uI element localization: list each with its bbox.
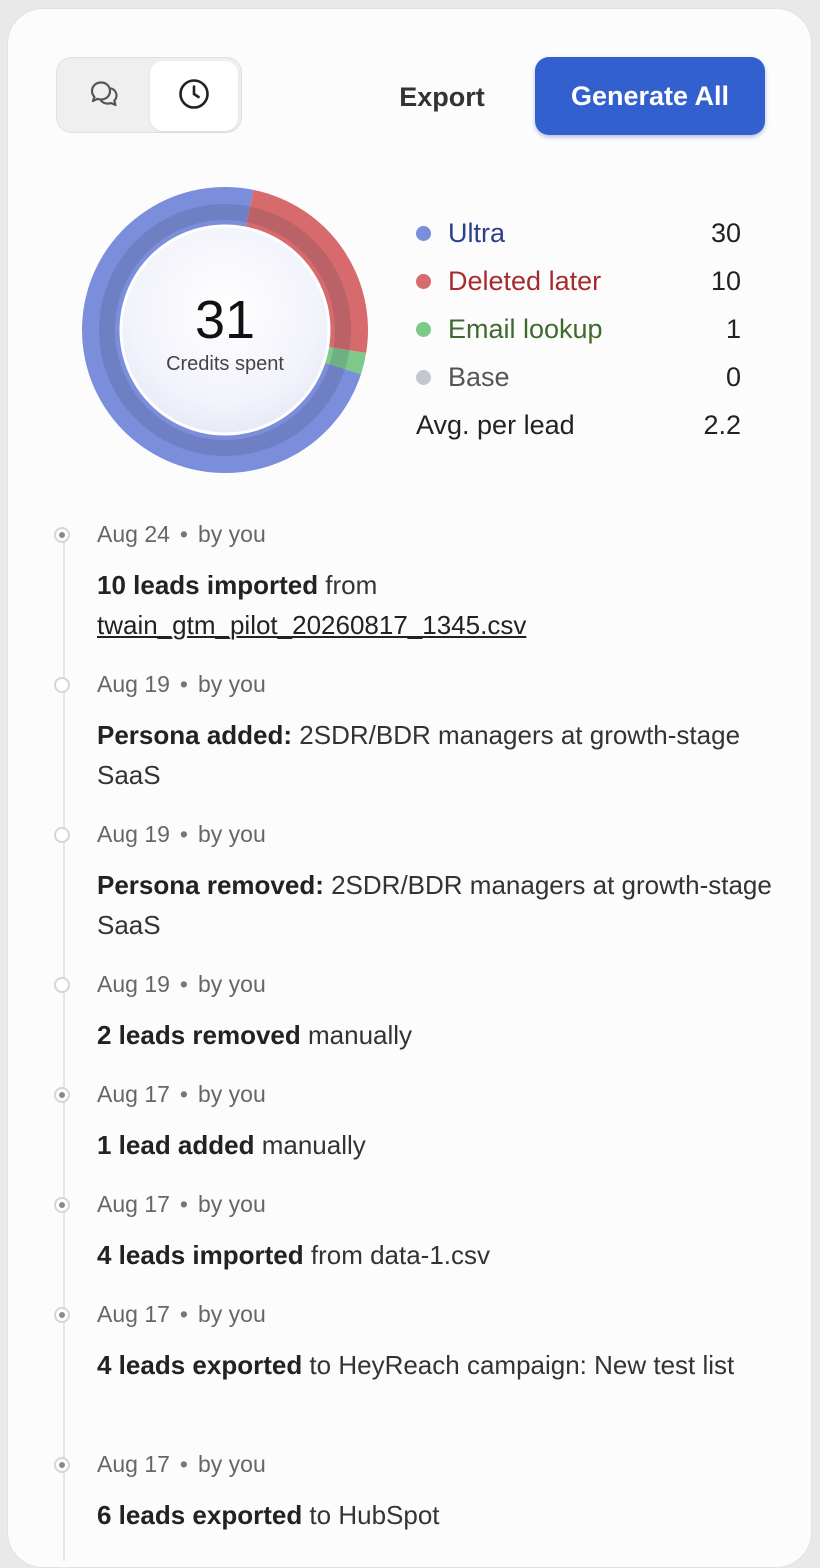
bullet-separator: • — [179, 671, 188, 697]
timeline-detail: manually — [300, 1020, 413, 1050]
timeline-date: Aug 17 — [97, 1301, 170, 1327]
timeline-dot-filled-icon — [54, 1307, 70, 1323]
timeline-description: Persona removed: 2SDR/BDR managers at gr… — [97, 865, 777, 945]
timeline-dot-filled-icon — [54, 1457, 70, 1473]
timeline-detail: manually — [254, 1130, 366, 1160]
timeline-action: Persona added: — [97, 720, 293, 750]
timeline-author: by you — [197, 1191, 266, 1217]
legend-value: 1 — [725, 313, 741, 344]
timeline-action: 4 leads exported — [97, 1350, 303, 1380]
timeline-description: 1 lead added manually — [97, 1125, 777, 1165]
file-link[interactable]: twain_gtm_pilot_20260817_1345.csv — [97, 610, 526, 640]
timeline-meta: Aug 19 • by you — [97, 821, 266, 848]
timeline-meta: Aug 24 • by you — [97, 521, 266, 548]
timeline-dot-empty-icon — [54, 977, 70, 993]
bullet-separator: • — [179, 1191, 188, 1217]
legend-item-email-lookup: Email lookup 1 — [416, 305, 741, 353]
timeline-description: 6 leads exported to HubSpot — [97, 1495, 777, 1535]
export-button[interactable]: Export — [380, 69, 504, 125]
timeline-meta: Aug 17 • by you — [97, 1191, 266, 1218]
bullet-separator: • — [179, 521, 188, 547]
timeline-dot-filled-icon — [54, 1197, 70, 1213]
timeline-author: by you — [197, 1301, 266, 1327]
timeline-description: 10 leads imported from twain_gtm_pilot_2… — [97, 565, 777, 645]
timeline-detail: to HeyReach campaign: New test list — [302, 1350, 735, 1380]
timeline-author: by you — [197, 521, 266, 547]
timeline-author: by you — [197, 671, 266, 697]
history-view-button[interactable] — [150, 61, 238, 131]
timeline-description: Persona added: 2SDR/BDR managers at grow… — [97, 715, 777, 795]
timeline-author: by you — [197, 1451, 266, 1477]
timeline-author: by you — [197, 821, 266, 847]
timeline-description: 4 leads exported to HeyReach campaign: N… — [97, 1345, 777, 1385]
bullet-separator: • — [179, 1301, 188, 1327]
timeline-date: Aug 17 — [97, 1081, 170, 1107]
bullet-separator: • — [179, 1451, 188, 1477]
timeline-dot-filled-icon — [54, 527, 70, 543]
view-toggle — [56, 57, 242, 133]
legend-item-deleted-later: Deleted later 10 — [416, 257, 741, 305]
activity-panel: Export Generate All 31 Credits spent Ult… — [7, 8, 812, 1568]
legend-dot — [416, 273, 431, 289]
timeline-meta: Aug 17 • by you — [97, 1081, 266, 1108]
timeline-dot-filled-icon — [54, 1087, 70, 1103]
timeline-date: Aug 17 — [97, 1451, 170, 1477]
bullet-separator: • — [179, 971, 188, 997]
timeline-date: Aug 24 — [97, 521, 170, 547]
timeline-dot-empty-icon — [54, 827, 70, 843]
legend-label: Ultra — [448, 217, 506, 248]
timeline-description: 4 leads imported from data-1.csv — [97, 1235, 777, 1275]
chat-bubbles-icon — [86, 76, 122, 117]
generate-all-button[interactable]: Generate All — [535, 57, 765, 135]
legend-label: Deleted later — [448, 265, 602, 296]
avg-per-lead-value: 2.2 — [703, 409, 741, 440]
timeline-action: 10 leads imported — [97, 570, 319, 600]
timeline-description: 2 leads removed manually — [97, 1015, 777, 1055]
legend-value: 10 — [710, 265, 741, 296]
timeline-dot-empty-icon — [54, 677, 70, 693]
avg-per-lead-label: Avg. per lead — [416, 409, 575, 440]
legend-dot — [416, 321, 431, 337]
legend-label: Base — [448, 361, 510, 392]
timeline-author: by you — [197, 1081, 266, 1107]
bullet-separator: • — [179, 1081, 188, 1107]
legend-dot — [416, 369, 431, 385]
timeline-action: 1 lead added — [97, 1130, 255, 1160]
timeline-action: 4 leads imported — [97, 1240, 304, 1270]
timeline-date: Aug 19 — [97, 971, 170, 997]
legend-item-ultra: Ultra 30 — [416, 209, 741, 257]
timeline-meta: Aug 17 • by you — [97, 1451, 266, 1478]
legend-label: Email lookup — [448, 313, 603, 344]
legend-value: 30 — [710, 217, 741, 248]
timeline-date: Aug 17 — [97, 1191, 170, 1217]
bullet-separator: • — [179, 821, 188, 847]
timeline-date: Aug 19 — [97, 671, 170, 697]
timeline-detail: to HubSpot — [302, 1500, 440, 1530]
timeline-meta: Aug 17 • by you — [97, 1301, 266, 1328]
timeline-action: 2 leads removed — [97, 1020, 301, 1050]
timeline-meta: Aug 19 • by you — [97, 971, 266, 998]
comments-view-button[interactable] — [60, 61, 148, 131]
timeline-detail: from — [318, 570, 378, 600]
donut-center-disc — [119, 224, 331, 436]
credits-donut-chart — [80, 185, 370, 475]
credits-legend: Ultra 30 Deleted later 10 Email lookup 1… — [416, 209, 741, 449]
timeline-date: Aug 19 — [97, 821, 170, 847]
timeline-detail: from data-1.csv — [303, 1240, 491, 1270]
legend-dot — [416, 225, 431, 241]
clock-icon — [176, 76, 212, 117]
avg-per-lead-row: Avg. per lead 2.2 — [416, 401, 741, 449]
timeline-action: Persona removed: — [97, 870, 324, 900]
timeline-meta: Aug 19 • by you — [97, 671, 266, 698]
timeline-author: by you — [197, 971, 266, 997]
legend-value: 0 — [725, 361, 741, 392]
timeline-action: 6 leads exported — [97, 1500, 303, 1530]
legend-item-base: Base 0 — [416, 353, 741, 401]
